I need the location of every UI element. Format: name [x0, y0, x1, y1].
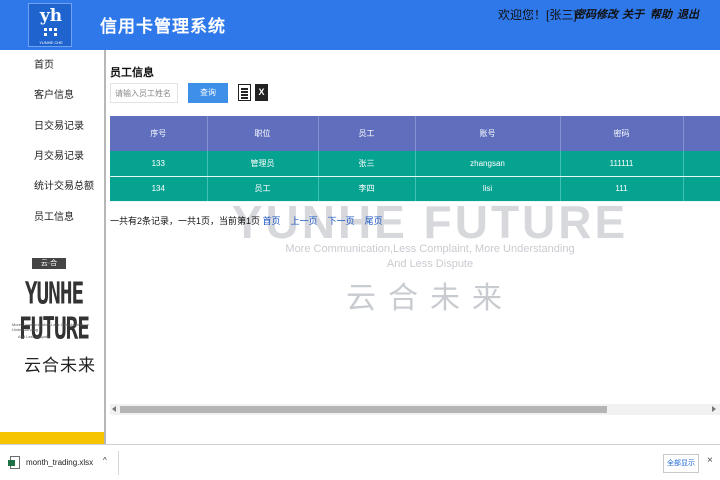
cell-id: 133: [110, 151, 208, 177]
scroll-left-icon[interactable]: [112, 406, 116, 412]
about-link[interactable]: 关于: [622, 6, 644, 22]
cell-position: 管理员: [207, 151, 319, 177]
sidebar-item-home[interactable]: 首页: [0, 53, 104, 79]
column-header-id: 序号: [110, 116, 208, 151]
next-page-link[interactable]: 下一页: [328, 216, 355, 226]
last-page-link[interactable]: 尾页: [365, 216, 383, 226]
sidebar: 首页 客户信息 日交易记录 月交易记录 统计交易总额 员工信息 云·合 YUNH…: [0, 50, 106, 444]
cell-id: 134: [110, 176, 208, 202]
scroll-right-icon[interactable]: [712, 406, 716, 412]
query-button[interactable]: 查询: [188, 83, 228, 103]
cell-password: 111: [560, 176, 684, 202]
column-header-account: 账号: [415, 116, 561, 151]
first-page-link[interactable]: 首页: [263, 216, 281, 226]
horizontal-scrollbar[interactable]: [110, 404, 720, 415]
show-all-button[interactable]: 全部显示: [663, 454, 699, 473]
table-header-row: 序号 职位 员工 账号 密码: [110, 116, 720, 151]
column-header-actions: [683, 116, 720, 151]
chevron-up-icon[interactable]: ^: [103, 456, 107, 465]
watermark-slogan-2: And Less Dispute: [386, 258, 474, 270]
table-row[interactable]: 133 管理员 张三 zhangsan 111111: [110, 151, 720, 177]
cell-account: zhangsan: [415, 151, 561, 177]
sidebar-logo: 云·合 YUNHE FUTURE More Communication,Less…: [6, 256, 100, 386]
sidebar-item-customers[interactable]: 客户信息: [0, 83, 104, 109]
help-link[interactable]: 帮助: [650, 6, 672, 22]
sidebar-logo-slogan: More Communication,Less Complaint,More U…: [12, 322, 89, 332]
yh-logo: yh YUNHE CHE: [28, 3, 72, 47]
download-item[interactable]: month_trading.xlsx ^: [4, 449, 118, 477]
export-excel-icon[interactable]: X: [255, 84, 268, 101]
excel-file-icon: [8, 456, 20, 469]
sidebar-item-trading-total[interactable]: 统计交易总额: [0, 174, 104, 200]
sidebar-logo-badge: 云·合: [32, 258, 66, 269]
sidebar-bottom-bar: [0, 432, 104, 444]
prev-page-link[interactable]: 上一页: [291, 216, 318, 226]
employee-search-input[interactable]: [110, 83, 178, 103]
watermark-cn: 云合未来: [346, 281, 514, 316]
sidebar-item-daily-trading[interactable]: 日交易记录: [0, 114, 104, 140]
download-bar: month_trading.xlsx ^ 全部显示 ×: [0, 444, 720, 480]
cell-position: 员工: [207, 176, 319, 202]
logout-link[interactable]: 退出: [677, 6, 699, 22]
logo-small-text: YUNHE CHE: [39, 40, 63, 45]
page-title: 员工信息: [110, 67, 154, 79]
close-icon[interactable]: ×: [707, 455, 713, 466]
cell-employee: 李四: [318, 176, 416, 202]
column-header-position: 职位: [207, 116, 319, 151]
pagination-summary: 一共有2条记录，一共1页，当前第1页: [110, 216, 261, 226]
sidebar-logo-cn: 云合未来: [24, 356, 96, 376]
cell-account: lisi: [415, 176, 561, 202]
sidebar-logo-slogan-2: And Less Dispute: [18, 334, 50, 339]
employee-table: 序号 职位 员工 账号 密码 133 管理员 张三 zhangsan 11111…: [110, 116, 720, 202]
cell-employee: 张三: [318, 151, 416, 177]
pagination: 一共有2条记录，一共1页，当前第1页 首页 上一页 下一页 尾页: [110, 214, 383, 227]
table-row[interactable]: 134 员工 李四 lisi 111: [110, 176, 720, 202]
cell-actions: [683, 151, 720, 177]
logo-text: yh: [39, 6, 63, 26]
download-file-name[interactable]: month_trading.xlsx: [26, 458, 93, 467]
welcome-text: 欢迎您！[张三]: [498, 8, 577, 22]
watermark-slogan: More Communication,Less Complaint, More …: [285, 243, 575, 255]
cell-password: 111111: [560, 151, 684, 177]
download-separator: [118, 451, 119, 475]
logo-grid-icon: [44, 28, 58, 36]
scrollbar-thumb[interactable]: [120, 406, 607, 413]
export-document-icon[interactable]: [238, 84, 251, 101]
column-header-employee: 员工: [318, 116, 416, 151]
column-header-password: 密码: [560, 116, 684, 151]
sidebar-item-monthly-trading[interactable]: 月交易记录: [0, 144, 104, 170]
sidebar-item-employees[interactable]: 员工信息: [0, 205, 104, 231]
app-header: yh YUNHE CHE 信用卡管理系统 欢迎您！[张三] 密码修改 关于 帮助…: [0, 0, 720, 50]
change-password-link[interactable]: 密码修改: [574, 6, 618, 22]
app-title: 信用卡管理系统: [100, 17, 226, 36]
cell-actions: [683, 176, 720, 202]
